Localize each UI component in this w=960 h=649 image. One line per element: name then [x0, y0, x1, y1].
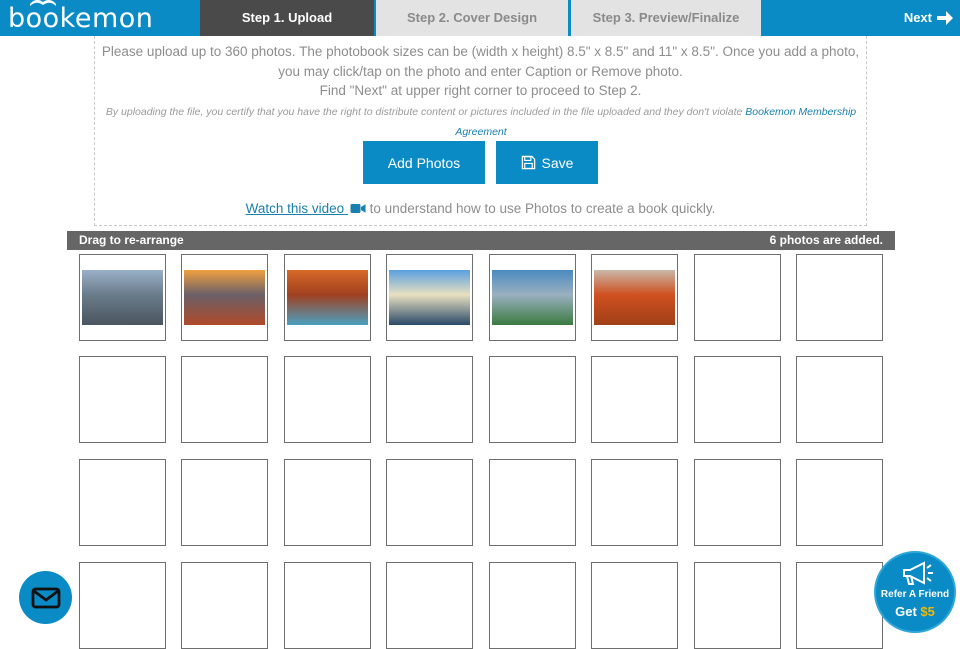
tab-step-cover-design[interactable]: Step 2. Cover Design — [376, 0, 568, 36]
certification-notice: By uploading the file, you certify that … — [101, 102, 861, 122]
photo-slot[interactable] — [181, 562, 268, 649]
video-camera-icon — [350, 204, 366, 213]
video-help-text: to understand how to use Photos to creat… — [365, 201, 716, 216]
photo-thumbnail-river-valley[interactable] — [492, 270, 573, 325]
drag-rearrange-bar: Drag to re-arrange 6 photos are added. — [67, 231, 895, 250]
photo-slot[interactable] — [796, 356, 883, 443]
photo-count: 6 photos are added. — [769, 233, 883, 247]
top-nav-bar: bookemon Step 1. Upload Step 2. Cover De… — [0, 0, 960, 36]
photo-slot[interactable] — [796, 254, 883, 341]
save-label: Save — [541, 154, 574, 171]
photo-slot[interactable] — [386, 254, 473, 341]
photo-slot[interactable] — [284, 356, 371, 443]
refer-offer-prefix: Get — [895, 604, 921, 619]
arrow-right-icon — [937, 11, 953, 25]
photo-slot[interactable] — [181, 459, 268, 546]
logo-text: bookemon — [8, 3, 154, 34]
photo-slot[interactable] — [386, 459, 473, 546]
save-button[interactable]: Save — [496, 141, 598, 184]
instruction-line-1: Please upload up to 360 photos. The phot… — [101, 44, 860, 59]
refer-a-friend-badge[interactable]: Refer A Friend Get $5 — [874, 551, 956, 633]
photo-thumbnail-sunset-mountains[interactable] — [184, 270, 265, 325]
photo-thumbnail-winding-road[interactable] — [287, 270, 368, 325]
photo-slot[interactable] — [796, 562, 883, 649]
photo-slot[interactable] — [694, 254, 781, 341]
photo-slot[interactable] — [79, 459, 166, 546]
photo-slot[interactable] — [386, 562, 473, 649]
photo-slot[interactable] — [284, 562, 371, 649]
book-logo-icon — [30, 0, 56, 6]
photo-slot[interactable] — [489, 254, 576, 341]
photo-slot[interactable] — [694, 459, 781, 546]
drag-hint: Drag to re-arrange — [79, 233, 184, 247]
photo-slot[interactable] — [694, 356, 781, 443]
photo-slot[interactable] — [386, 356, 473, 443]
certification-text: By uploading the file, you certify that … — [105, 106, 746, 118]
next-label: Next — [903, 10, 932, 25]
photo-slot[interactable] — [79, 254, 166, 341]
photo-slot[interactable] — [694, 562, 781, 649]
photo-slot[interactable] — [591, 459, 678, 546]
membership-agreement-link[interactable]: Bookemon Membership — [745, 106, 856, 118]
refer-amount: $5 — [920, 604, 935, 619]
photo-slot[interactable] — [284, 254, 371, 341]
photo-slot[interactable] — [489, 562, 576, 649]
watch-video-label: Watch this video — [245, 201, 345, 216]
membership-agreement-link-cont[interactable]: Agreement — [455, 126, 506, 138]
instruction-line-2: you may click/tap on the photo and enter… — [278, 64, 683, 79]
tab-step-preview-finalize[interactable]: Step 3. Preview/Finalize — [571, 0, 761, 36]
photo-slot[interactable] — [79, 562, 166, 649]
upload-dropzone[interactable]: Please upload up to 360 photos. The phot… — [94, 36, 867, 226]
add-photos-label: Add Photos — [387, 154, 461, 171]
bookemon-logo[interactable]: bookemon — [8, 0, 154, 36]
photo-slot[interactable] — [591, 254, 678, 341]
photo-slot[interactable] — [181, 254, 268, 341]
photo-slot[interactable] — [591, 356, 678, 443]
contact-mail-button[interactable] — [19, 571, 72, 624]
add-photos-button[interactable]: Add Photos — [363, 141, 485, 184]
certification-notice-cont: Agreement — [101, 122, 861, 142]
envelope-icon — [31, 587, 60, 608]
refer-title: Refer A Friend — [880, 589, 950, 600]
floppy-disk-icon — [521, 155, 535, 170]
next-button[interactable]: Next — [904, 0, 954, 36]
watch-video-link[interactable]: Watch this video — [246, 201, 366, 216]
photo-slot[interactable] — [181, 356, 268, 443]
megaphone-icon — [903, 561, 933, 585]
video-help-line: Watch this video to understand how to us… — [95, 201, 866, 216]
instruction-line-3: Find "Next" at upper right corner to pro… — [319, 83, 642, 98]
photo-slot[interactable] — [489, 356, 576, 443]
photo-slot[interactable] — [591, 562, 678, 649]
photo-slot[interactable] — [796, 459, 883, 546]
photo-slot[interactable] — [489, 459, 576, 546]
photo-slot[interactable] — [284, 459, 371, 546]
photo-slot[interactable] — [79, 356, 166, 443]
tab-step-upload[interactable]: Step 1. Upload — [200, 0, 374, 36]
photo-thumbnail-fjord-village[interactable] — [389, 270, 470, 325]
photo-thumbnail-autumn-forest[interactable] — [594, 270, 675, 325]
photo-thumbnail-lake-mountains[interactable] — [82, 270, 163, 325]
refer-offer: Get $5 — [876, 604, 954, 619]
